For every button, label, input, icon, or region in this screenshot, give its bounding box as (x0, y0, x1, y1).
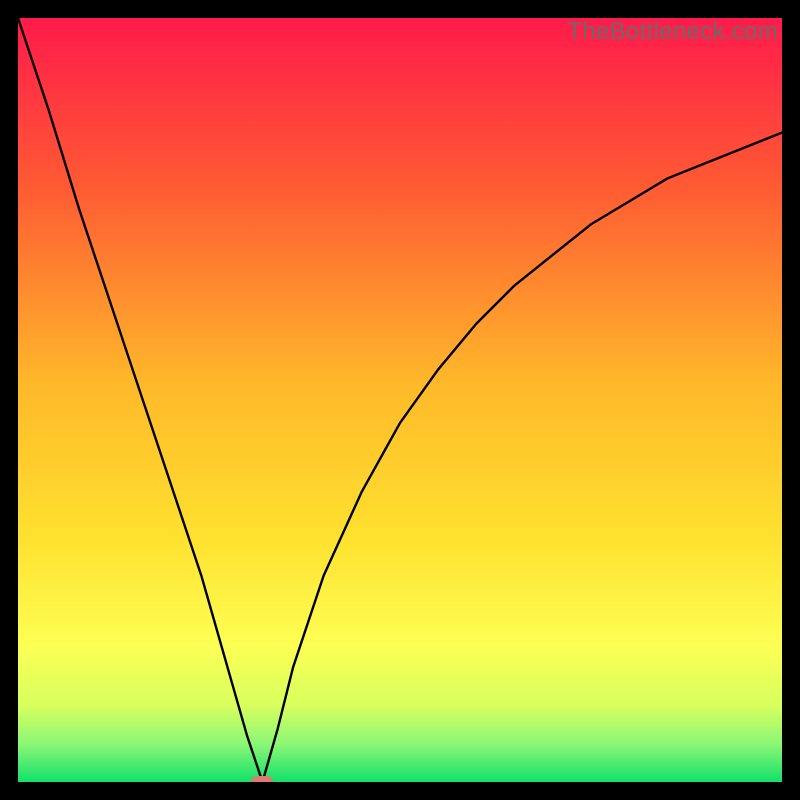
bottleneck-curve (18, 18, 782, 782)
optimum-marker (251, 776, 273, 782)
watermark-text: TheBottleneck.com (567, 18, 778, 46)
plot-area: TheBottleneck.com (18, 18, 782, 782)
chart-frame: TheBottleneck.com (0, 0, 800, 800)
